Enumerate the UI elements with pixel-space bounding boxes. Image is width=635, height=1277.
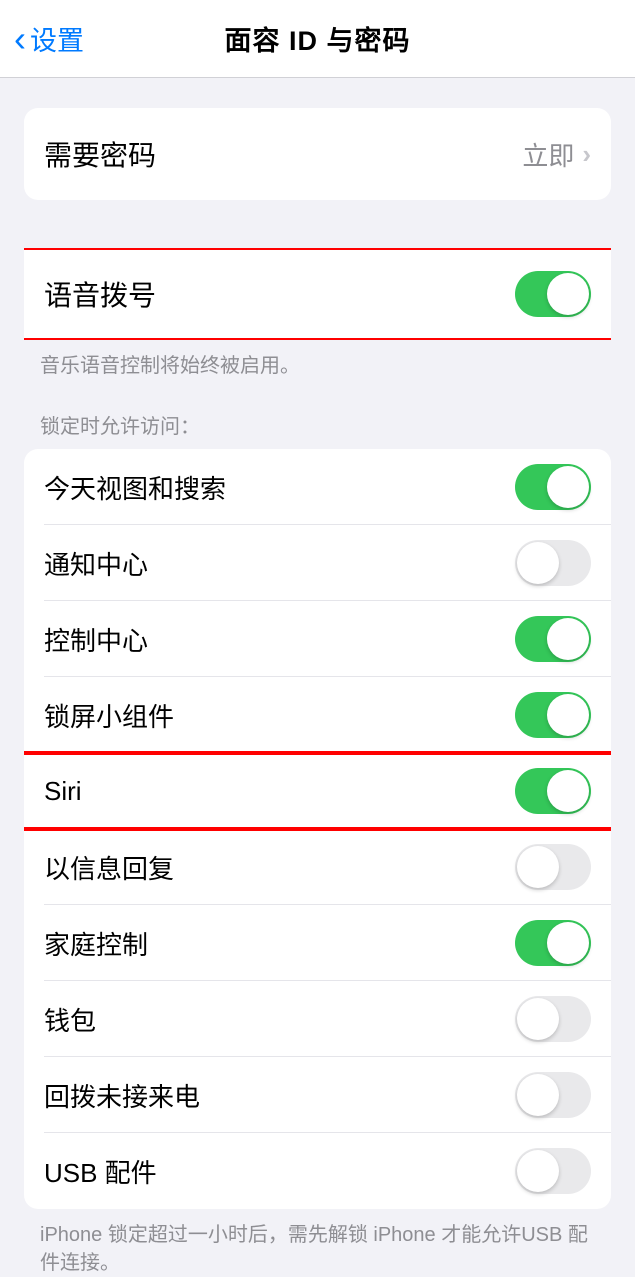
- lockscreen-item-label: 家庭控制: [44, 925, 148, 962]
- lockscreen-access-header: 锁定时允许访问：: [40, 410, 595, 439]
- lockscreen-item-toggle[interactable]: [515, 1148, 591, 1194]
- voice-dial-row: 语音拨号: [24, 248, 611, 340]
- lockscreen-item-row: 锁屏小组件: [24, 677, 611, 753]
- lockscreen-item-row: 以信息回复: [24, 829, 611, 905]
- lockscreen-access-footer: iPhone 锁定超过一小时后，需先解锁 iPhone 才能允许USB 配件连接…: [40, 1221, 595, 1277]
- lockscreen-access-group: 今天视图和搜索通知中心控制中心锁屏小组件 Siri 以信息回复家庭控制钱包回拨未接来…: [24, 449, 611, 1209]
- lockscreen-item-toggle[interactable]: [515, 464, 591, 510]
- lockscreen-item-toggle[interactable]: [515, 540, 591, 586]
- require-passcode-label: 需要密码: [44, 134, 156, 174]
- lockscreen-item-row: 回拨未接来电: [24, 1057, 611, 1133]
- lockscreen-item-row: 钱包: [24, 981, 611, 1057]
- lockscreen-item-toggle[interactable]: [515, 1072, 591, 1118]
- lockscreen-item-row: USB 配件: [24, 1133, 611, 1209]
- voice-dial-toggle[interactable]: [515, 271, 591, 317]
- lockscreen-item-label: 回拨未接来电: [44, 1077, 200, 1114]
- voice-dial-group: 语音拨号: [24, 248, 611, 340]
- require-passcode-row[interactable]: 需要密码 立即 ›: [24, 108, 611, 200]
- lockscreen-item-toggle[interactable]: [515, 844, 591, 890]
- lockscreen-item-toggle[interactable]: [515, 996, 591, 1042]
- back-label: 设置: [30, 19, 84, 58]
- page-title: 面容 ID 与密码: [224, 19, 410, 58]
- lockscreen-item-row: 通知中心: [24, 525, 611, 601]
- navigation-header: ‹ 设置 面容 ID 与密码: [0, 0, 635, 78]
- lockscreen-item-label: 控制中心: [44, 621, 148, 658]
- lockscreen-item-label: 钱包: [44, 1001, 96, 1038]
- back-button[interactable]: ‹ 设置: [0, 19, 84, 58]
- chevron-left-icon: ‹: [14, 21, 26, 57]
- require-passcode-value: 立即: [522, 136, 574, 173]
- lockscreen-item-toggle[interactable]: [515, 768, 591, 814]
- lockscreen-item-toggle[interactable]: [515, 920, 591, 966]
- lockscreen-item-label: 今天视图和搜索: [44, 469, 226, 506]
- lockscreen-item-row: Siri: [24, 753, 611, 829]
- lockscreen-item-label: 以信息回复: [44, 849, 174, 886]
- lockscreen-item-label: Siri: [44, 776, 82, 807]
- lockscreen-item-row: 控制中心: [24, 601, 611, 677]
- lockscreen-item-toggle[interactable]: [515, 692, 591, 738]
- lockscreen-item-toggle[interactable]: [515, 616, 591, 662]
- lockscreen-item-row: 家庭控制: [24, 905, 611, 981]
- voice-dial-label: 语音拨号: [44, 274, 156, 314]
- lockscreen-item-label: USB 配件: [44, 1153, 157, 1190]
- lockscreen-item-label: 通知中心: [44, 545, 148, 582]
- require-passcode-group: 需要密码 立即 ›: [24, 108, 611, 200]
- chevron-right-icon: ›: [582, 139, 591, 170]
- voice-dial-footer: 音乐语音控制将始终被启用。: [40, 352, 595, 380]
- lockscreen-item-label: 锁屏小组件: [44, 697, 174, 734]
- lockscreen-item-row: 今天视图和搜索: [24, 449, 611, 525]
